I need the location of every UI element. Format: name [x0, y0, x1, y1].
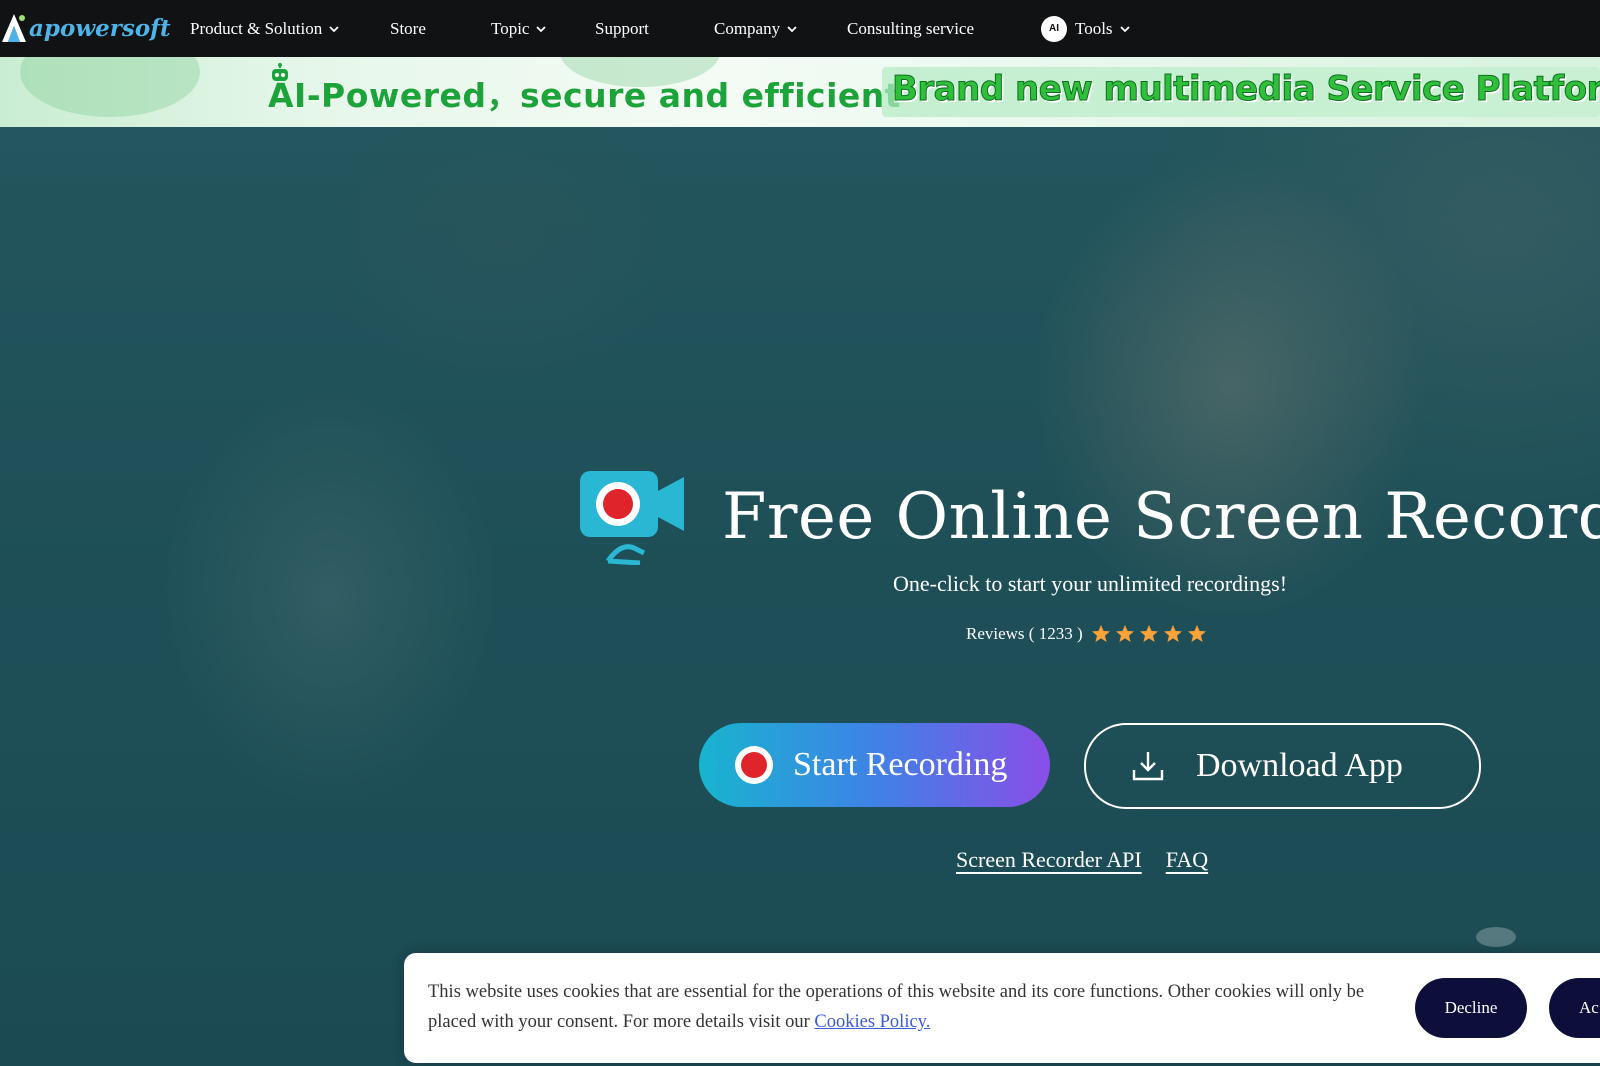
star-icon: [1115, 625, 1134, 642]
start-recording-label: Start Recording: [793, 746, 1008, 783]
cookie-message: This website uses cookies that are essen…: [428, 977, 1398, 1037]
download-icon: [1132, 752, 1164, 781]
nav-item-label: Topic: [491, 18, 530, 38]
nav-item-label: Store: [390, 18, 426, 38]
ai-badge-text: AI: [1049, 23, 1059, 34]
reviews-label: Reviews ( 1233 ): [966, 624, 1083, 643]
ai-gear-icon: AI: [1041, 15, 1067, 42]
banner-tagline: AI-Powered，secure and efficient: [268, 76, 902, 115]
nav-item-company[interactable]: Company: [714, 0, 798, 57]
record-icon: [735, 746, 773, 784]
nav-item-label: Consulting service: [847, 18, 975, 38]
hero-links: Screen Recorder API FAQ: [956, 847, 1232, 873]
hero-section: Free Online Screen Recorder One-click to…: [0, 127, 1600, 1066]
apowersoft-logo-icon: [2, 14, 26, 42]
top-nav: apowersoft Product & Solution Store Topi…: [0, 0, 1600, 57]
star-icon: [1163, 625, 1182, 642]
page-title: Free Online Screen Recorder: [722, 480, 1600, 554]
reviews-summary[interactable]: Reviews ( 1233 ): [966, 624, 1211, 644]
chevron-down-icon: [1119, 25, 1130, 32]
nav-item-store[interactable]: Store: [390, 0, 426, 57]
nav-item-product-solution[interactable]: Product & Solution: [190, 0, 340, 57]
cookie-consent-bar: This website uses cookies that are essen…: [404, 953, 1600, 1063]
nav-item-tools[interactable]: AI Tools: [1041, 0, 1131, 57]
cookies-policy-link[interactable]: Cookies Policy.: [814, 1012, 930, 1032]
promo-banner[interactable]: AI-Powered，secure and efficient Brand ne…: [0, 57, 1600, 127]
nav-item-consulting-service[interactable]: Consulting service: [847, 0, 974, 57]
download-app-button[interactable]: Download App: [1084, 723, 1481, 809]
nav-item-label: Company: [714, 18, 781, 38]
accept-button[interactable]: Ac: [1549, 978, 1600, 1038]
scroll-indicator: [1476, 927, 1516, 947]
hero-title-row: Free Online Screen Recorder: [578, 462, 1600, 572]
screen-recorder-camera-icon: [580, 471, 684, 565]
screen-recorder-api-link[interactable]: Screen Recorder API: [956, 847, 1142, 873]
rating-stars: [1091, 624, 1211, 644]
star-icon: [1187, 625, 1206, 642]
chevron-down-icon: [536, 25, 547, 32]
faq-link[interactable]: FAQ: [1166, 847, 1208, 873]
chevron-down-icon: [787, 25, 797, 32]
decline-button[interactable]: Decline: [1415, 978, 1527, 1038]
nav-item-topic[interactable]: Topic: [491, 0, 547, 57]
nav-item-support[interactable]: Support: [595, 0, 649, 57]
nav-item-label: Support: [595, 18, 649, 38]
page: apowersoft Product & Solution Store Topi…: [0, 0, 1600, 1066]
hero-subtitle: One-click to start your unlimited record…: [892, 571, 1288, 596]
star-icon: [1139, 625, 1158, 642]
download-app-label: Download App: [1196, 747, 1403, 784]
logo[interactable]: apowersoft: [0, 6, 171, 50]
banner-decoration: [20, 57, 200, 117]
logo-text: apowersoft: [29, 14, 171, 42]
nav-item-label: Tools: [1075, 18, 1113, 38]
start-recording-button[interactable]: Start Recording: [699, 723, 1050, 807]
star-icon: [1091, 625, 1110, 642]
chevron-down-icon: [329, 25, 339, 32]
accept-label: Ac: [1579, 998, 1599, 1017]
banner-headline: Brand new multimedia Service Platform: [892, 69, 1600, 110]
nav-item-label: Product & Solution: [190, 18, 323, 38]
